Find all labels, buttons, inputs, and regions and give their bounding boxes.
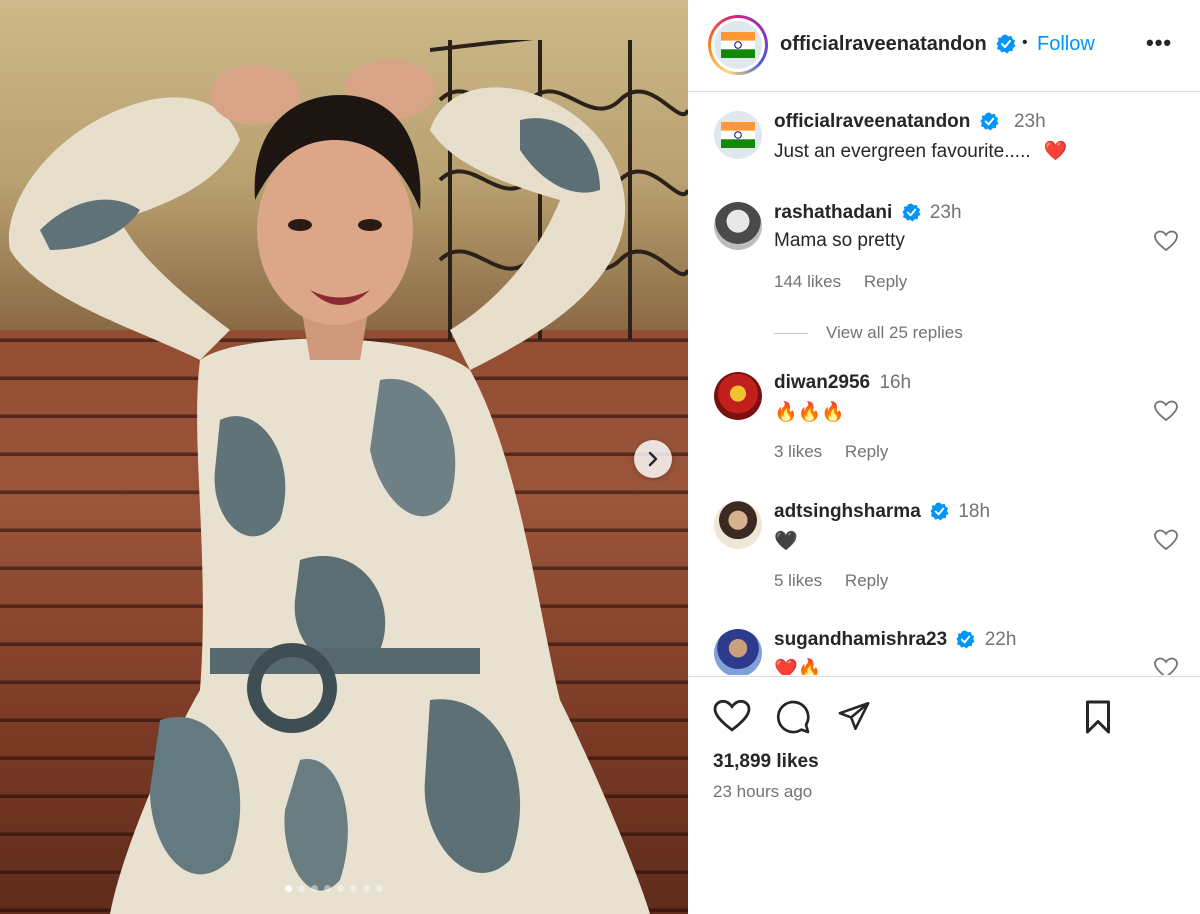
red-heart-emoji: ❤️ [1043, 141, 1068, 162]
like-comment-heart-icon[interactable] [1154, 230, 1178, 252]
caption-text: Just an evergreen favourite..... [774, 141, 1031, 162]
verified-badge-icon [980, 112, 999, 132]
comments-list[interactable]: officialraveenatandon 23h Just an evergr… [688, 93, 1200, 675]
carousel-dot [298, 885, 305, 892]
verified-badge-icon [902, 203, 921, 223]
author-avatar-story-ring[interactable] [708, 15, 768, 75]
comment-text: 🖤 [774, 531, 798, 552]
comment-username[interactable]: rashathadani [774, 202, 892, 223]
woman-in-shirt-dress [8, 60, 650, 914]
caption-time[interactable]: 23h [1014, 111, 1046, 132]
post-image [0, 0, 688, 914]
verified-badge-icon [956, 630, 975, 650]
comment-avatar[interactable] [714, 202, 762, 250]
india-flag-icon [721, 32, 755, 58]
comment-time[interactable]: 23h [930, 202, 962, 223]
like-comment-heart-icon[interactable] [1154, 657, 1178, 675]
comment-time[interactable]: 18h [958, 501, 990, 522]
author-username[interactable]: officialraveenatandon [780, 33, 987, 56]
more-options-button[interactable]: ••• [1146, 30, 1172, 56]
comment-avatar[interactable] [714, 501, 762, 549]
comment-time[interactable]: 16h [879, 372, 911, 393]
comment-likes[interactable]: 144 likes [774, 272, 841, 291]
comment-text: Mama so pretty [774, 230, 905, 251]
comment-avatar[interactable] [714, 629, 762, 675]
post-actions: 31,899 likes 23 hours ago [688, 676, 1200, 914]
chevron-right-icon [648, 451, 658, 467]
carousel-dot [337, 885, 344, 892]
caption-username[interactable]: officialraveenatandon [774, 111, 970, 132]
comment-username[interactable]: sugandhamishra23 [774, 629, 947, 650]
india-flag-avatar [714, 21, 762, 69]
save-bookmark-icon[interactable] [1082, 699, 1114, 735]
reply-button[interactable]: Reply [864, 272, 907, 291]
post-header: officialraveenatandon • Follow ••• [688, 0, 1200, 92]
comment-text: 🔥🔥🔥 [774, 402, 845, 423]
comment-likes[interactable]: 5 likes [774, 571, 822, 590]
comment-username[interactable]: adtsinghsharma [774, 501, 921, 522]
post-timestamp[interactable]: 23 hours ago [713, 782, 812, 802]
header-separator: • [1022, 34, 1028, 51]
caption-avatar[interactable] [714, 111, 762, 159]
view-replies-label: View all 25 replies [826, 323, 963, 342]
verified-badge-icon [996, 34, 1016, 54]
reply-button[interactable]: Reply [845, 442, 888, 461]
share-paper-plane-icon[interactable] [836, 699, 872, 733]
carousel-next-button[interactable] [634, 440, 672, 478]
like-heart-icon[interactable] [713, 699, 751, 733]
like-comment-heart-icon[interactable] [1154, 400, 1178, 422]
post-side-panel: officialraveenatandon • Follow ••• offic… [688, 0, 1200, 914]
carousel-dot [350, 885, 357, 892]
carousel-indicator [285, 885, 383, 892]
carousel-dot [363, 885, 370, 892]
comment-bubble-icon[interactable] [775, 699, 811, 735]
comment-avatar[interactable] [714, 372, 762, 420]
view-replies-button[interactable]: View all 25 replies [774, 323, 963, 343]
follow-button[interactable]: Follow [1037, 33, 1095, 56]
carousel-dot [324, 885, 331, 892]
india-flag-icon [721, 122, 755, 148]
likes-count[interactable]: 31,899 likes [713, 751, 819, 773]
comment-text: ❤️🔥 [774, 659, 822, 675]
verified-badge-icon [930, 502, 949, 522]
carousel-dot [311, 885, 318, 892]
like-comment-heart-icon[interactable] [1154, 529, 1178, 551]
reply-button[interactable]: Reply [845, 571, 888, 590]
carousel-dot [376, 885, 383, 892]
comment-username[interactable]: diwan2956 [774, 372, 870, 393]
comment-time[interactable]: 22h [985, 629, 1017, 650]
replies-divider [774, 332, 808, 334]
carousel-dot [285, 885, 292, 892]
comment-likes[interactable]: 3 likes [774, 442, 822, 461]
